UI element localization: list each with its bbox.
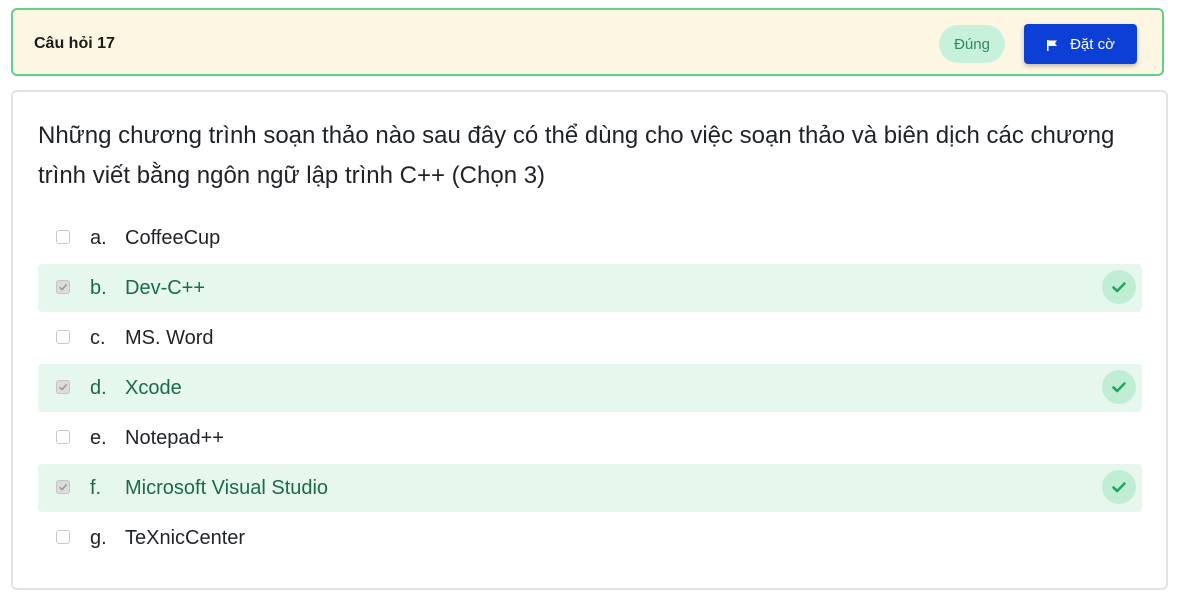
flag-button[interactable]: Đặt cờ: [1024, 24, 1137, 64]
option-checkbox[interactable]: [56, 380, 70, 394]
option-letter: d.: [90, 376, 107, 399]
option-a[interactable]: a. CoffeeCup: [38, 214, 1142, 262]
option-letter: c.: [90, 326, 106, 349]
option-e[interactable]: e. Notepad++: [38, 414, 1142, 462]
correct-check-icon: [1102, 270, 1136, 304]
option-checkbox[interactable]: [56, 230, 70, 244]
question-text: Những chương trình soạn thảo nào sau đây…: [38, 122, 1115, 189]
option-letter: g.: [90, 526, 107, 549]
option-letter: a.: [90, 226, 107, 249]
option-checkbox[interactable]: [56, 330, 70, 344]
option-g[interactable]: g. TeXnicCenter: [38, 514, 1142, 562]
correct-check-icon: [1102, 370, 1136, 404]
option-label: MS. Word: [125, 326, 214, 349]
option-d[interactable]: d. Xcode: [38, 364, 1142, 412]
flag-icon: [1046, 38, 1058, 51]
option-label: Dev-C++: [125, 276, 206, 299]
option-checkbox[interactable]: [56, 530, 70, 544]
question-number: Câu hỏi 17: [34, 35, 115, 52]
option-letter: e.: [90, 426, 107, 449]
option-b[interactable]: b. Dev-C++: [38, 264, 1142, 312]
flag-button-label: Đặt cờ: [1070, 35, 1115, 53]
option-checkbox[interactable]: [56, 480, 70, 494]
question-card: Những chương trình soạn thảo nào sau đây…: [11, 90, 1168, 590]
answer-options: a. CoffeeCup b. Dev-C++ c. MS. Word d. X…: [38, 214, 1142, 564]
option-label: Notepad++: [125, 426, 224, 449]
status-badge: Đúng: [939, 25, 1005, 63]
option-label: TeXnicCenter: [125, 526, 246, 549]
question-header: Câu hỏi 17 Đúng Đặt cờ: [11, 8, 1164, 76]
option-c[interactable]: c. MS. Word: [38, 314, 1142, 362]
option-label: Xcode: [125, 376, 182, 399]
option-checkbox[interactable]: [56, 280, 70, 294]
correct-check-icon: [1102, 470, 1136, 504]
option-label: CoffeeCup: [125, 226, 221, 249]
option-f[interactable]: f. Microsoft Visual Studio: [38, 464, 1142, 512]
option-label: Microsoft Visual Studio: [125, 476, 329, 499]
option-checkbox[interactable]: [56, 430, 70, 444]
option-letter: f.: [90, 476, 102, 499]
option-letter: b.: [90, 276, 107, 299]
